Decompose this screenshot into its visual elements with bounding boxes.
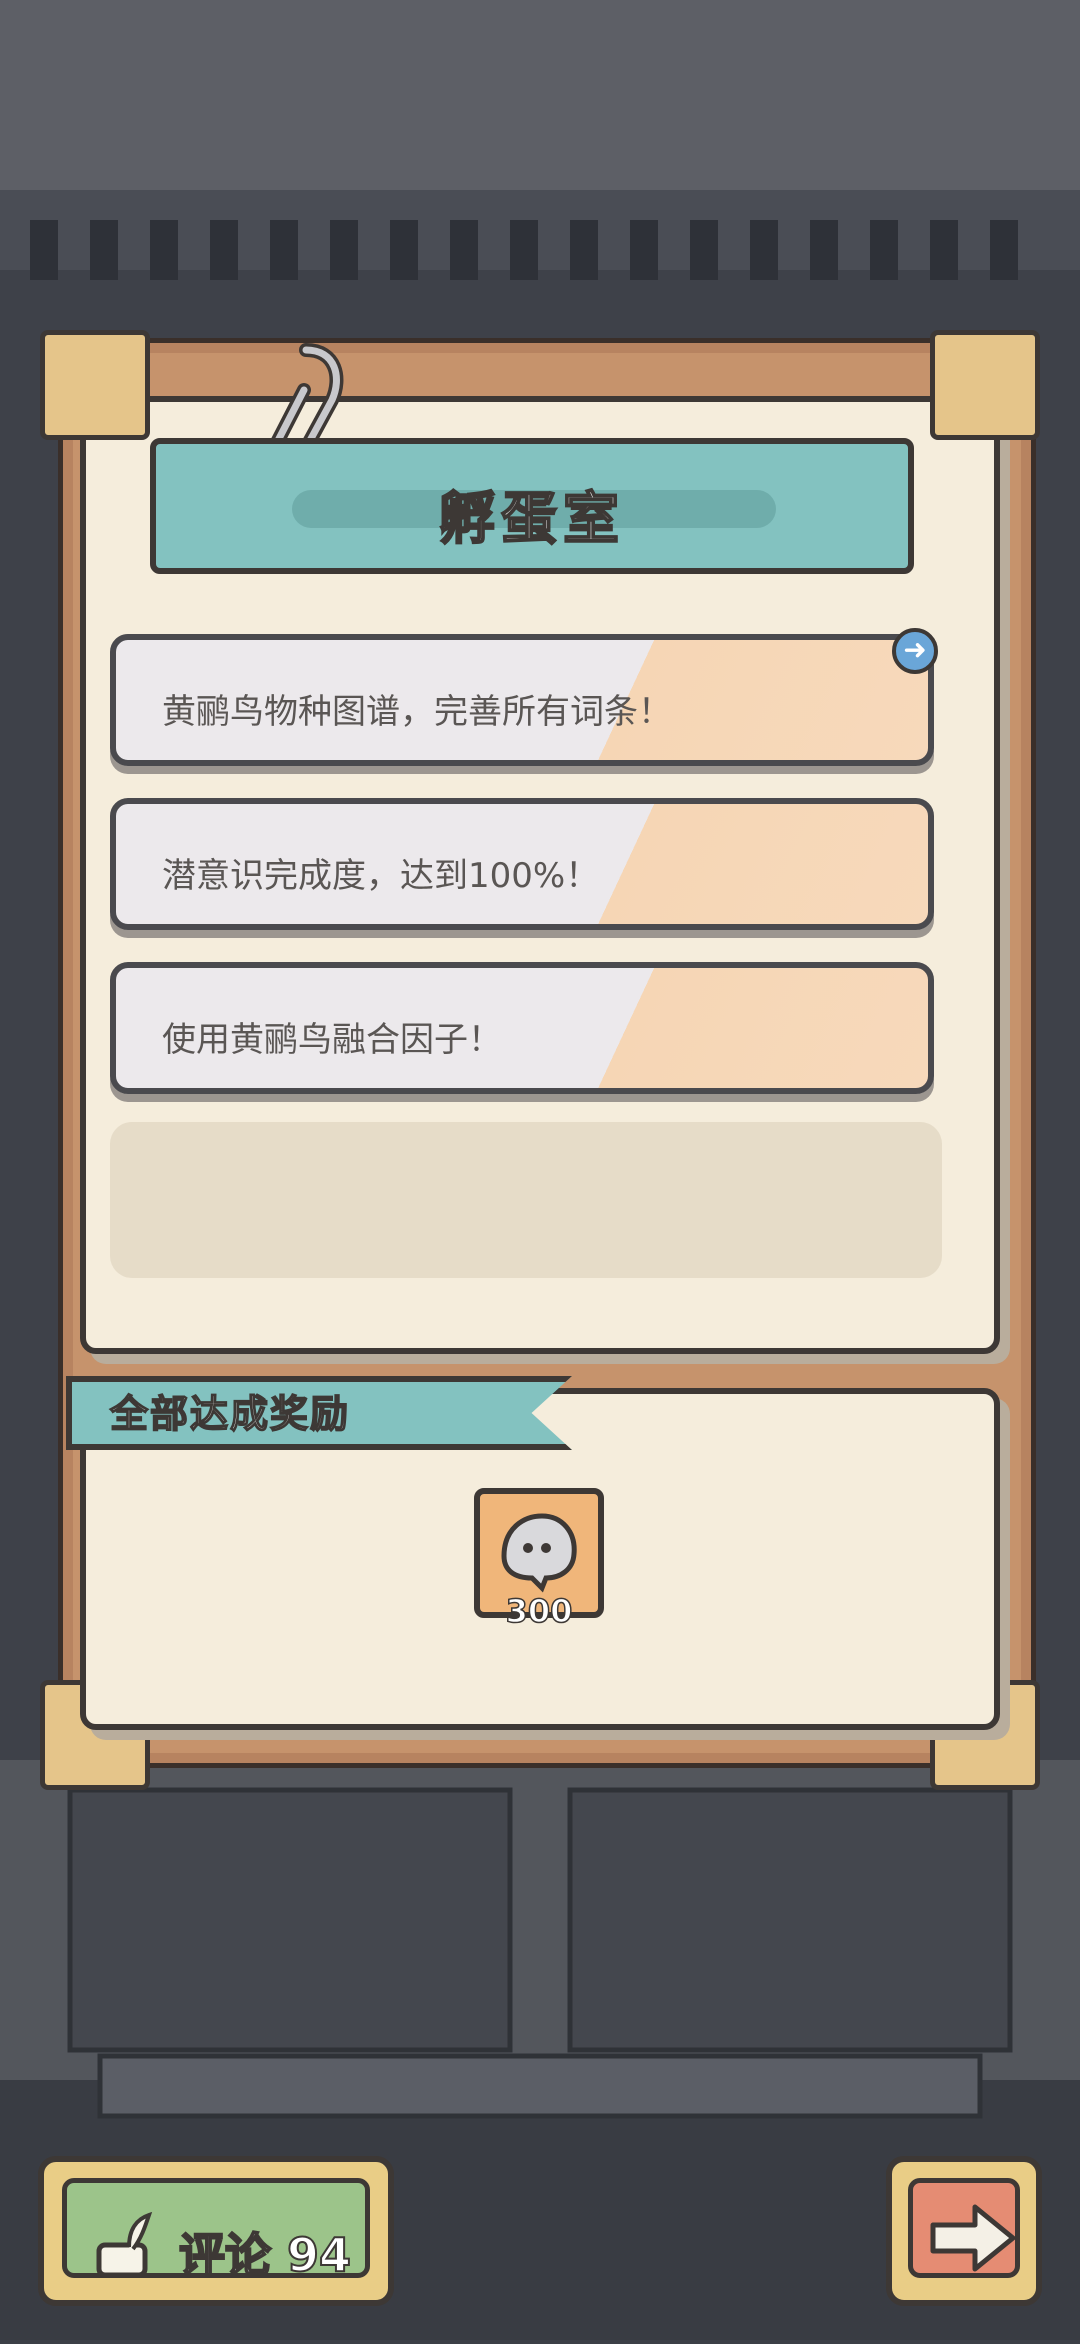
comment-label: 评论 94 — [178, 2227, 352, 2283]
page-title: 孵蛋室 — [438, 486, 625, 553]
task-label: 使用黄鹂鸟融合因子！ — [162, 1020, 502, 1060]
task-label: 潜意识完成度，达到100%！ — [162, 856, 600, 896]
brass-corner-top-left — [40, 330, 150, 440]
title-banner: 孵蛋室 — [150, 438, 914, 574]
task-label: 黄鹂鸟物种图谱，完善所有词条！ — [162, 692, 672, 732]
inkwell-icon — [89, 2211, 159, 2281]
arrow-info-icon[interactable]: ➜ — [892, 628, 938, 674]
reward-title: 全部达成奖励 — [109, 1391, 351, 1437]
task-item[interactable]: 使用黄鹂鸟融合因子！ — [110, 962, 934, 1094]
next-button[interactable] — [886, 2156, 1042, 2306]
comment-button[interactable]: 评论 94 — [38, 2156, 394, 2306]
brass-corner-top-right — [930, 330, 1040, 440]
next-button-face — [908, 2178, 1020, 2278]
empty-task-slot — [110, 1122, 942, 1278]
arrow-right-icon — [927, 2201, 1019, 2275]
task-item[interactable]: 潜意识完成度，达到100%！ — [110, 798, 934, 930]
reward-count: 300 — [505, 1591, 573, 1631]
comment-button-face: 评论 94 — [62, 2178, 370, 2283]
task-item[interactable]: 黄鹂鸟物种图谱，完善所有词条！ — [110, 634, 934, 766]
